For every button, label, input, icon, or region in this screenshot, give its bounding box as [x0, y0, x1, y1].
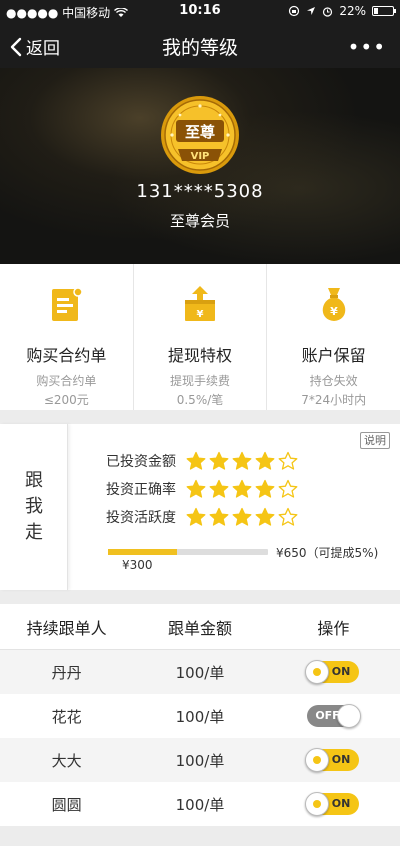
- rating-label: 投资正确率: [106, 482, 176, 498]
- privilege-name: 账户保留: [301, 346, 366, 365]
- toggle-knob: [305, 748, 330, 772]
- follower-name: 大大: [51, 751, 82, 770]
- battery-icon: [372, 6, 396, 16]
- toggle-knob: [305, 660, 330, 684]
- withdraw-icon: ¥: [185, 286, 215, 321]
- star-rating: [186, 507, 298, 527]
- profile-header: 至尊 VIP 131****5308 至尊会员: [0, 68, 400, 264]
- follow-side-tab[interactable]: 跟我走: [0, 424, 68, 590]
- battery-percent: 22%: [339, 4, 366, 18]
- member-level: 至尊会员: [169, 212, 230, 230]
- toggle-knob: [305, 792, 330, 816]
- toggle-state: OFF: [315, 709, 340, 722]
- table-row: 花花 100/单 OFF: [0, 694, 400, 738]
- star-filled-icon: [209, 479, 229, 498]
- table-row: 圆圆 100/单 ON: [0, 782, 400, 826]
- star-rating: [186, 451, 298, 471]
- privilege-name: 提现特权: [168, 346, 233, 365]
- column-header-action: 操作: [317, 618, 350, 638]
- followers-table: 持续跟单人 跟单金额 操作 丹丹 100/单 ON 花花 100/单 OFF 大…: [0, 604, 400, 826]
- follow-toggle[interactable]: OFF: [307, 704, 362, 728]
- progress-current-label: ¥300: [122, 558, 153, 572]
- user-phone: 131****5308: [136, 181, 264, 202]
- contract-icon: [52, 287, 84, 321]
- follower-name: 丹丹: [51, 663, 82, 682]
- follow-amount: 100/单: [175, 751, 225, 770]
- star-filled-icon: [232, 479, 252, 498]
- page-title: 我的等级: [161, 37, 238, 59]
- privilege-item-contract[interactable]: 购买合约单 购买合约单 ≤200元: [0, 264, 134, 410]
- privilege-name: 购买合约单: [26, 346, 107, 365]
- star-filled-icon: [255, 507, 275, 526]
- star-filled-icon: [209, 451, 229, 470]
- level-progress-bar: [108, 549, 268, 555]
- toggle-state: ON: [331, 753, 351, 766]
- privilege-value: 0.5%/笔: [176, 393, 224, 407]
- privilege-desc: 提现手续费: [170, 374, 231, 388]
- column-header-amount: 跟单金额: [167, 618, 232, 638]
- nav-bar: 返回 我的等级 •••: [0, 22, 400, 68]
- follow-toggle[interactable]: ON: [305, 660, 360, 684]
- rating-row: 已投资金额: [106, 451, 298, 471]
- rating-label: 已投资金额: [106, 454, 176, 470]
- star-empty-icon: [278, 451, 298, 470]
- toggle-state: ON: [331, 665, 351, 678]
- star-filled-icon: [186, 451, 206, 470]
- vip-medal-icon: 至尊 VIP: [161, 96, 239, 174]
- medal-sub: VIP: [191, 151, 210, 162]
- star-filled-icon: [255, 479, 275, 498]
- follow-toggle[interactable]: ON: [305, 748, 360, 772]
- privilege-item-account[interactable]: ¥ 账户保留 持仓失效 7*24小时内: [267, 264, 400, 410]
- follow-amount: 100/单: [175, 663, 225, 682]
- star-filled-icon: [186, 507, 206, 526]
- follow-toggle[interactable]: ON: [305, 792, 360, 816]
- star-filled-icon: [209, 507, 229, 526]
- svg-text:¥: ¥: [330, 305, 338, 318]
- alarm-icon: [323, 6, 333, 17]
- star-empty-icon: [278, 507, 298, 526]
- table-body: 丹丹 100/单 ON 花花 100/单 OFF 大大 100/单 ON 圆圆 …: [0, 650, 400, 826]
- column-header-follower: 持续跟单人: [26, 618, 107, 638]
- table-row: 大大 100/单 ON: [0, 738, 400, 782]
- more-button[interactable]: •••: [348, 35, 386, 59]
- star-filled-icon: [186, 479, 206, 498]
- rating-label: 投资活跃度: [106, 510, 176, 526]
- status-bar: ●●●●● 中国移动 10:16 22%: [0, 0, 400, 22]
- star-filled-icon: [232, 451, 252, 470]
- follow-side-title: 跟我走: [25, 470, 43, 543]
- svg-text:¥: ¥: [197, 309, 204, 320]
- star-filled-icon: [232, 507, 252, 526]
- rotation-lock-icon: [289, 5, 300, 17]
- privilege-value: ≤200元: [43, 393, 89, 407]
- toggle-knob: [337, 704, 362, 728]
- follower-name: 花花: [51, 707, 82, 726]
- privilege-desc: 购买合约单: [36, 374, 97, 388]
- table-row: 丹丹 100/单 ON: [0, 650, 400, 694]
- money-bag-icon: ¥: [322, 288, 345, 321]
- follow-amount: 100/单: [175, 795, 225, 814]
- rating-row: 投资正确率: [106, 479, 298, 499]
- status-right: 22%: [288, 4, 396, 18]
- level-progress-fill: [108, 549, 177, 555]
- privilege-item-withdraw[interactable]: ¥ 提现特权 提现手续费 0.5%/笔: [134, 264, 268, 410]
- follower-name: 圆圆: [51, 795, 82, 814]
- follow-card: 跟我走 说明 已投资金额 投资正确率 投资活跃度 ¥650（可提成5%) ¥30…: [0, 424, 400, 590]
- privileges-panel: 购买合约单 购买合约单 ≤200元 ¥ 提现特权 提现手续费 0.5%/笔 ¥ …: [0, 264, 400, 410]
- progress-target-label: ¥650（可提成5%): [276, 546, 379, 560]
- follow-amount: 100/单: [175, 707, 225, 726]
- star-rating: [186, 479, 298, 499]
- medal-title: 至尊: [185, 123, 215, 141]
- privilege-desc: 持仓失效: [309, 374, 358, 388]
- table-header: 持续跟单人 跟单金额 操作: [0, 604, 400, 650]
- location-icon: [307, 7, 316, 15]
- star-filled-icon: [255, 451, 275, 470]
- rating-row: 投资活跃度: [106, 507, 298, 527]
- toggle-state: ON: [331, 797, 351, 810]
- explain-button[interactable]: 说明: [360, 432, 390, 449]
- privilege-value: 7*24小时内: [301, 393, 367, 407]
- star-empty-icon: [278, 479, 298, 498]
